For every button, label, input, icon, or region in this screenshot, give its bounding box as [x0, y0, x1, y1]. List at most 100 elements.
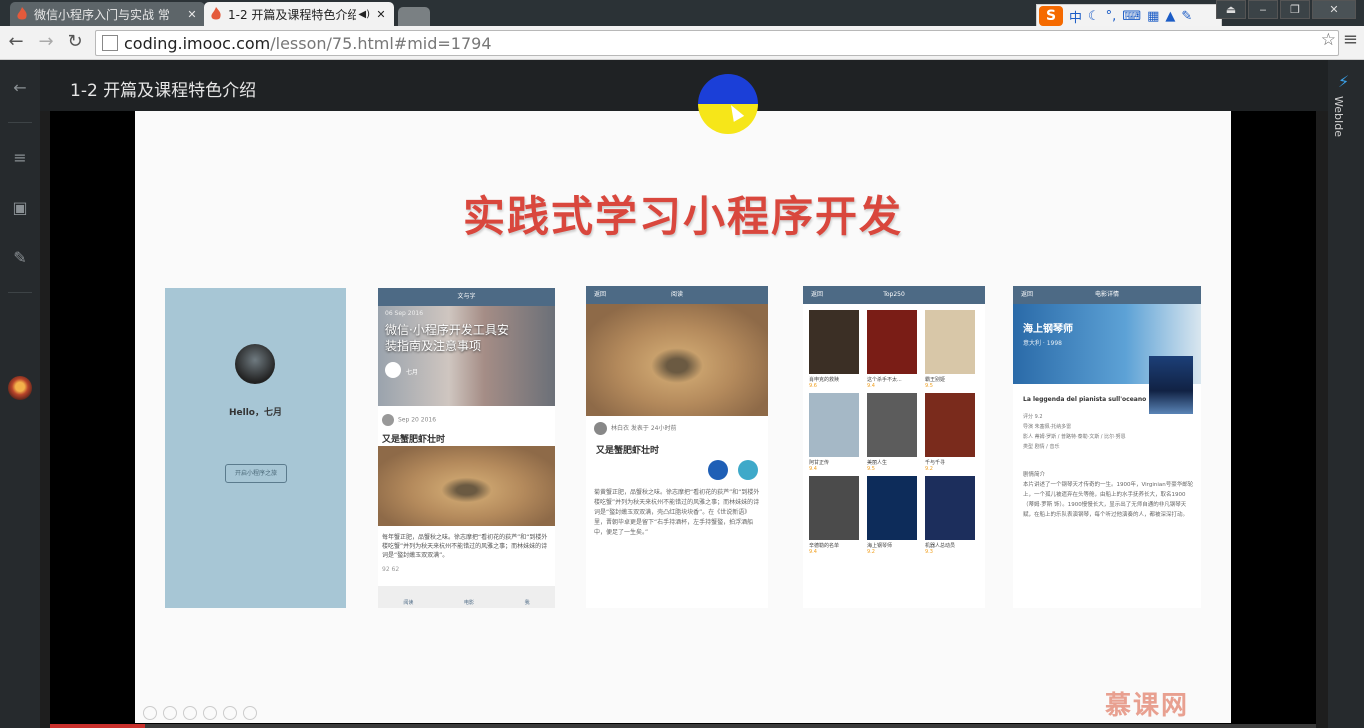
tab-read: 阅读 [403, 600, 414, 606]
webide-icon[interactable]: ⚡ [1338, 72, 1349, 91]
movie-title: 阿甘正传 [809, 460, 830, 466]
moon-icon[interactable]: ☾ [1088, 9, 1100, 24]
page-icon [102, 35, 118, 51]
ime-mode[interactable]: 中 [1069, 7, 1082, 26]
back-arrow-icon[interactable]: ← [4, 30, 28, 54]
movie-title: 海上钢琴师 [1023, 324, 1073, 335]
punct-icon[interactable]: °, [1106, 9, 1117, 24]
phone-screen-article: 返回 阅读 林白衣 发表于 24小时前 又是蟹肥虾壮时 菊黄蟹正肥，品蟹秋之味。徐… [586, 286, 768, 608]
browser-toolbar: ← → ↻ coding.imooc.com /lesson/75.html#m… [0, 26, 1364, 60]
movie-synopsis: 剧情简介 本片讲述了一个钢琴天才传奇的一生。1900年，Virginian号豪华… [1023, 470, 1195, 520]
keyboard-icon[interactable]: ⌨ [1122, 9, 1141, 24]
info-row: 类型 剧情 / 音乐 [1023, 444, 1060, 450]
menu-icon[interactable]: ≡ [1343, 29, 1358, 50]
maximize-button[interactable]: ❐ [1280, 0, 1310, 19]
pen-icon[interactable] [183, 706, 197, 720]
grid-icon[interactable]: ▦ [1147, 9, 1159, 24]
phone-screen-posts: 文与字 06 Sep 2016 微信·小程序开发工具安装指南及注意事项 七月 S… [378, 288, 555, 608]
movie-score: 9.4 [867, 383, 875, 389]
movie-score: 9.4 [809, 549, 817, 555]
intro-text: 本片讲述了一个钢琴天才传奇的一生。1900年，Virginian号豪华邮轮上，一… [1023, 482, 1194, 518]
movie-score: 9.3 [925, 549, 933, 555]
post-counts: 92 62 [382, 566, 400, 573]
video-slide: 实践式学习小程序开发 Hello，七月 开启小程序之旅 文与字 06 Sep 2… [135, 111, 1231, 723]
movie-title: 海上钢琴师 [867, 543, 893, 549]
list-icon[interactable]: ≡ [0, 148, 40, 167]
bookmark-star-icon[interactable]: ☆ [1321, 30, 1336, 50]
hero-headline: 微信·小程序开发工具安装指南及注意事项 [385, 323, 509, 353]
prev-icon[interactable] [143, 706, 157, 720]
ime-toolbar[interactable]: S 中 ☾ °, ⌨ ▦ ▲ ✎ [1036, 4, 1222, 28]
left-sidebar: ← ≡ ▣ ✎ [0, 60, 40, 728]
tab-title: 1-2 开篇及课程特色介绍 [228, 7, 357, 22]
movie-score: 9.2 [925, 466, 933, 472]
shirt-icon[interactable]: ▲ [1165, 9, 1175, 24]
divider [8, 292, 32, 293]
close-icon[interactable]: ✕ [185, 8, 199, 21]
pencil-icon[interactable]: ✎ [0, 248, 40, 267]
movie-card: 辛德勒的名单 9.4 [809, 476, 859, 555]
movie-info: 评分 9.2 导演 朱塞佩·托纳多雷 影人 蒂姆·罗斯 / 普路特·泰勒·文斯 … [1023, 412, 1193, 452]
info-row: 影人 蒂姆·罗斯 / 普路特·泰勒·文斯 / 比尔·努恩 [1023, 434, 1126, 440]
ime-logo: S [1039, 6, 1063, 26]
avatar [382, 414, 394, 426]
movie-poster [925, 310, 975, 374]
tab-movie: 电影 [463, 600, 474, 606]
close-icon[interactable]: ✕ [374, 8, 388, 21]
movie-poster [809, 476, 859, 540]
address-bar[interactable]: coding.imooc.com /lesson/75.html#mid=179… [95, 30, 1339, 56]
minimize-button[interactable]: ‒ [1248, 0, 1278, 19]
movie-title: 这个杀手不太... [867, 377, 902, 383]
movie-poster [867, 310, 917, 374]
imooc-logo: 慕课网 [1105, 691, 1190, 721]
flame-icon [17, 7, 27, 20]
movie-card: 海上钢琴师 9.2 [867, 476, 917, 555]
author-text: 林白衣 发表于 24小时前 [611, 425, 677, 432]
start-button: 开启小程序之旅 [225, 464, 287, 483]
question-icon[interactable]: ▣ [0, 198, 40, 217]
tab-me: 我 [524, 600, 530, 606]
crab-image [378, 446, 555, 526]
back-label: 返回 [1021, 291, 1034, 298]
movie-poster [925, 476, 975, 540]
movie-title: 千与千寻 [925, 460, 946, 466]
tab-strip: 微信小程序入门与实战 常 ✕ 1-2 开篇及课程特色介绍 ◀) ✕ S 中 ☾ … [0, 0, 1364, 28]
movie-card: 阿甘正传 9.4 [809, 393, 859, 472]
movie-title: 美丽人生 [867, 460, 888, 466]
avatar [594, 422, 607, 435]
movie-title: 机器人总动员 [925, 543, 956, 549]
user-icon[interactable]: ⏏ [1216, 0, 1246, 19]
zoom-icon[interactable] [223, 706, 237, 720]
close-window-button[interactable]: ✕ [1312, 0, 1356, 19]
user-avatar[interactable] [8, 376, 32, 400]
nav-bar: 返回 Top250 [803, 286, 985, 304]
reload-icon[interactable]: ↻ [63, 30, 87, 54]
original-title: La leggenda del pianista sull'oceano [1023, 396, 1147, 403]
intro-title: 剧情简介 [1023, 472, 1046, 478]
post-excerpt: 每年蟹正肥，品蟹秋之味。徐志摩把“看初花的荻芦”和“到楼外楼吃蟹”并列为秋天来杭… [382, 534, 548, 559]
hero-date: 06 Sep 2016 [385, 310, 424, 317]
video-progress[interactable] [50, 724, 1316, 728]
more-icon[interactable] [243, 706, 257, 720]
tab-title: 微信小程序入门与实战 常 [34, 7, 170, 22]
bar-title: Top250 [883, 291, 905, 298]
avatar [235, 344, 275, 384]
bookmark-icon [708, 460, 728, 480]
phone-screen-top250: 返回 Top250 肖申克的救赎 9.6 这个杀手不太... 9.4 霸王别姬 9.5 阿甘正… [803, 286, 985, 608]
wrench-icon[interactable]: ✎ [1181, 9, 1192, 24]
movie-score: 9.5 [867, 466, 875, 472]
back-label: 返回 [811, 291, 824, 298]
forward-arrow-icon[interactable]: → [34, 30, 58, 54]
next-icon[interactable] [163, 706, 177, 720]
copy-icon[interactable] [203, 706, 217, 720]
webide-label[interactable]: WebIde [1332, 96, 1345, 137]
tab-bar: 阅读 电影 我 [378, 586, 555, 608]
post-meta: Sep 20 2016 [382, 414, 436, 426]
url-path: /lesson/75.html#mid=1794 [270, 33, 492, 53]
speaker-icon[interactable]: ◀) [358, 9, 370, 20]
browser-tab[interactable]: 微信小程序入门与实战 常 ✕ [10, 2, 205, 26]
movie-poster [867, 393, 917, 457]
browser-tab-active[interactable]: 1-2 开篇及课程特色介绍 ◀) ✕ [204, 2, 394, 26]
new-tab-button[interactable] [398, 7, 430, 26]
back-icon[interactable]: ← [0, 78, 40, 97]
